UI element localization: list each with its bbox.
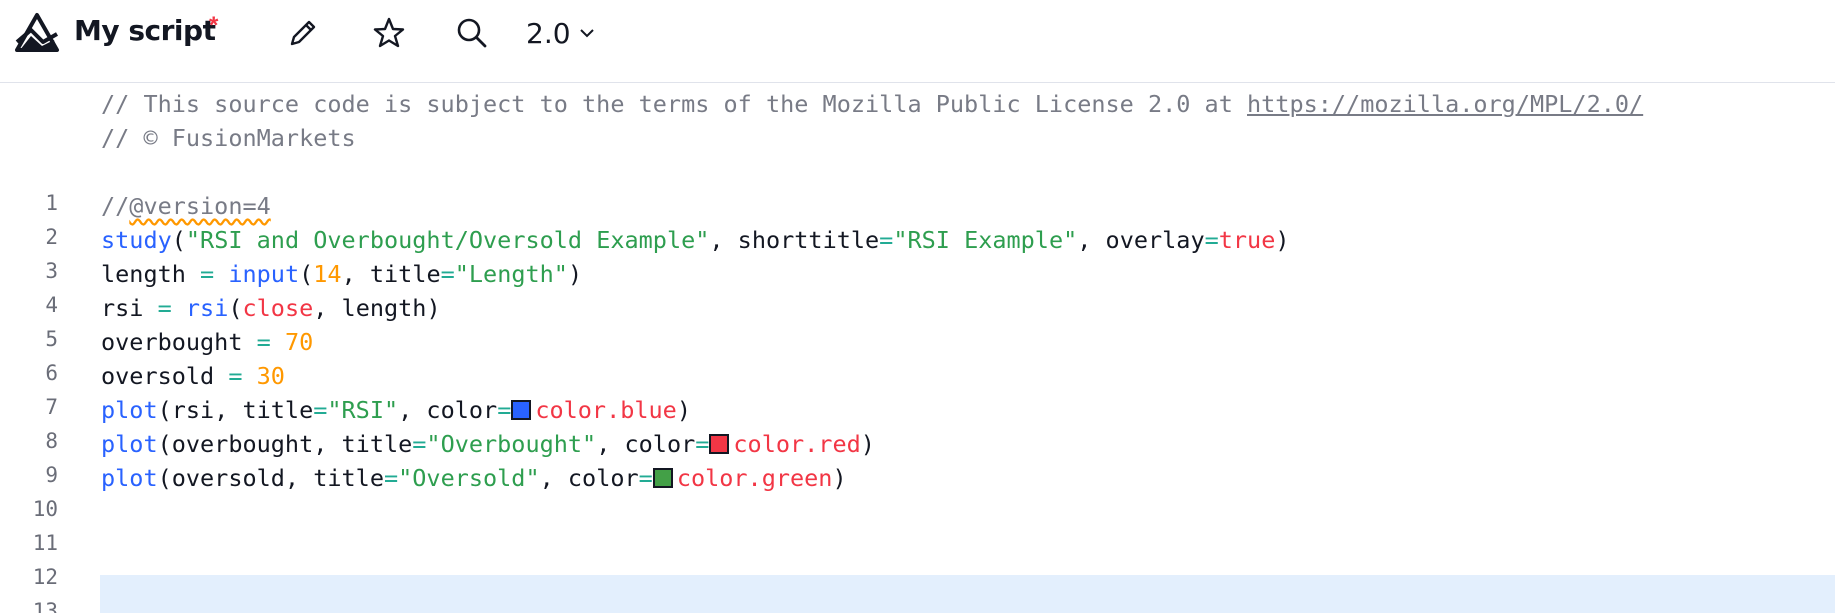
code-text: oversold	[101, 362, 229, 390]
version-dropdown[interactable]: 2.0	[526, 13, 595, 53]
string-token: "Oversold"	[398, 464, 540, 492]
operator-token: =	[879, 226, 894, 254]
search-icon[interactable]	[453, 14, 491, 52]
code-text: )	[567, 260, 583, 288]
script-title[interactable]: My script	[74, 14, 216, 47]
color-swatch-blue[interactable]	[511, 400, 532, 420]
code-text: (	[228, 294, 243, 322]
operator-token: =	[695, 430, 710, 458]
color-swatch-red[interactable]	[709, 434, 730, 454]
code-text: (	[171, 226, 186, 254]
code-text: )	[860, 430, 875, 458]
keyword-token: color.green	[676, 464, 833, 492]
keyword-token: true	[1218, 226, 1276, 254]
code-text: , color	[596, 430, 696, 458]
operator-token: =	[638, 464, 653, 492]
operator-token: =	[412, 430, 427, 458]
operator-token: =	[228, 362, 243, 390]
operator-token: =	[497, 396, 512, 424]
code-text: )	[1275, 226, 1290, 254]
code-text: (	[299, 260, 314, 288]
operator-token: =	[157, 294, 172, 322]
code-text: , length)	[313, 294, 441, 322]
code-text: , shorttitle	[709, 226, 880, 254]
operator-token: =	[200, 260, 215, 288]
string-token: "RSI Example"	[893, 226, 1078, 254]
code-text: )	[832, 464, 847, 492]
version-annotation: @version=4	[129, 192, 271, 220]
number-token: 14	[313, 260, 342, 288]
code-text: rsi	[101, 294, 158, 322]
function-token: plot	[101, 396, 158, 424]
code-text: , color	[539, 464, 639, 492]
code-text: (rsi, title	[157, 396, 314, 424]
operator-token: =	[1204, 226, 1219, 254]
current-line-highlight	[100, 575, 1835, 613]
string-token: "Length"	[454, 260, 568, 288]
code-comment: //	[101, 192, 130, 220]
code-comment: // © FusionMarkets	[101, 124, 356, 152]
operator-token: =	[256, 328, 271, 356]
keyword-token: color.blue	[535, 396, 677, 424]
code-line-12[interactable]: plot(oversold, title="Oversold", color= c…	[101, 459, 847, 498]
function-token: plot	[101, 464, 158, 492]
line-number: 13	[32, 599, 58, 613]
license-link[interactable]: https://mozilla.org/MPL/2.0/	[1247, 90, 1643, 118]
function-token: plot	[101, 430, 158, 458]
star-icon[interactable]	[370, 14, 408, 52]
string-token: "RSI"	[327, 396, 399, 424]
code-text: (oversold, title	[157, 464, 384, 492]
code-text: , overlay	[1077, 226, 1205, 254]
number-token: 70	[284, 328, 314, 356]
function-token: input	[228, 260, 300, 288]
number-token: 30	[256, 362, 285, 390]
code-text: , color	[398, 396, 498, 424]
color-swatch-green[interactable]	[652, 468, 673, 488]
version-label: 2.0	[526, 16, 571, 50]
code-text: )	[676, 396, 691, 424]
code-comment: // This source code is subject to the te…	[101, 90, 1248, 118]
function-token: study	[101, 226, 172, 254]
keyword-token: close	[242, 294, 314, 322]
pencil-icon[interactable]	[284, 14, 322, 52]
string-token: "RSI and Overbought/Oversold Example"	[185, 226, 710, 254]
operator-token: =	[383, 464, 399, 492]
code-text: length	[101, 260, 201, 288]
string-token: "Overbought"	[426, 430, 597, 458]
code-text: overbought	[101, 328, 257, 356]
code-line-2[interactable]: // © FusionMarkets	[101, 119, 356, 158]
keyword-token: color.red	[733, 430, 861, 458]
logo-icon[interactable]	[14, 12, 60, 54]
operator-token: =	[313, 396, 328, 424]
chevron-down-icon	[579, 29, 594, 38]
unsaved-marker: *	[209, 12, 219, 39]
code-text: , title	[341, 260, 441, 288]
operator-token: =	[440, 260, 455, 288]
function-token: rsi	[185, 294, 229, 322]
code-text: (overbought, title	[157, 430, 413, 458]
editor-toolbar: My script * 2.0	[0, 0, 1835, 83]
